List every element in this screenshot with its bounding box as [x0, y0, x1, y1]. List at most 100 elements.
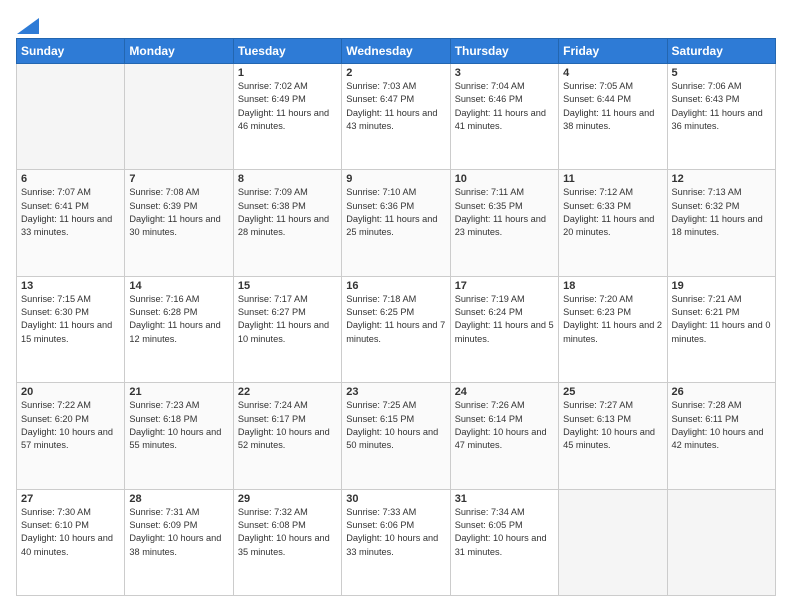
calendar-cell: 6Sunrise: 7:07 AMSunset: 6:41 PMDaylight…: [17, 170, 125, 276]
sunset-text: Sunset: 6:28 PM: [129, 306, 228, 319]
day-info: Sunrise: 7:15 AMSunset: 6:30 PMDaylight:…: [21, 293, 120, 346]
calendar-cell: 4Sunrise: 7:05 AMSunset: 6:44 PMDaylight…: [559, 64, 667, 170]
calendar-cell: 12Sunrise: 7:13 AMSunset: 6:32 PMDayligh…: [667, 170, 775, 276]
daylight-text: Daylight: 11 hours and 38 minutes.: [563, 107, 662, 134]
day-number: 21: [129, 386, 228, 398]
sunset-text: Sunset: 6:46 PM: [455, 93, 554, 106]
sunset-text: Sunset: 6:06 PM: [346, 519, 445, 532]
sunrise-text: Sunrise: 7:02 AM: [238, 80, 337, 93]
daylight-text: Daylight: 11 hours and 33 minutes.: [21, 213, 120, 240]
daylight-text: Daylight: 11 hours and 36 minutes.: [672, 107, 771, 134]
calendar-cell: 15Sunrise: 7:17 AMSunset: 6:27 PMDayligh…: [233, 276, 341, 382]
calendar-cell: 24Sunrise: 7:26 AMSunset: 6:14 PMDayligh…: [450, 383, 558, 489]
day-number: 30: [346, 493, 445, 505]
day-info: Sunrise: 7:26 AMSunset: 6:14 PMDaylight:…: [455, 399, 554, 452]
calendar-cell: 28Sunrise: 7:31 AMSunset: 6:09 PMDayligh…: [125, 489, 233, 595]
sunrise-text: Sunrise: 7:21 AM: [672, 293, 771, 306]
day-info: Sunrise: 7:27 AMSunset: 6:13 PMDaylight:…: [563, 399, 662, 452]
sunrise-text: Sunrise: 7:04 AM: [455, 80, 554, 93]
daylight-text: Daylight: 10 hours and 50 minutes.: [346, 426, 445, 453]
calendar-table: SundayMondayTuesdayWednesdayThursdayFrid…: [16, 38, 776, 596]
calendar-cell: 2Sunrise: 7:03 AMSunset: 6:47 PMDaylight…: [342, 64, 450, 170]
sunrise-text: Sunrise: 7:13 AM: [672, 186, 771, 199]
sunrise-text: Sunrise: 7:34 AM: [455, 506, 554, 519]
day-number: 22: [238, 386, 337, 398]
sunset-text: Sunset: 6:32 PM: [672, 200, 771, 213]
sunrise-text: Sunrise: 7:12 AM: [563, 186, 662, 199]
calendar-cell: 26Sunrise: 7:28 AMSunset: 6:11 PMDayligh…: [667, 383, 775, 489]
sunrise-text: Sunrise: 7:28 AM: [672, 399, 771, 412]
calendar-week-row: 27Sunrise: 7:30 AMSunset: 6:10 PMDayligh…: [17, 489, 776, 595]
calendar-cell: 9Sunrise: 7:10 AMSunset: 6:36 PMDaylight…: [342, 170, 450, 276]
sunset-text: Sunset: 6:18 PM: [129, 413, 228, 426]
sunrise-text: Sunrise: 7:05 AM: [563, 80, 662, 93]
sunrise-text: Sunrise: 7:09 AM: [238, 186, 337, 199]
daylight-text: Daylight: 10 hours and 45 minutes.: [563, 426, 662, 453]
day-info: Sunrise: 7:28 AMSunset: 6:11 PMDaylight:…: [672, 399, 771, 452]
day-number: 12: [672, 173, 771, 185]
day-number: 23: [346, 386, 445, 398]
daylight-text: Daylight: 10 hours and 52 minutes.: [238, 426, 337, 453]
day-number: 4: [563, 67, 662, 79]
day-number: 1: [238, 67, 337, 79]
daylight-text: Daylight: 11 hours and 28 minutes.: [238, 213, 337, 240]
daylight-text: Daylight: 10 hours and 42 minutes.: [672, 426, 771, 453]
daylight-text: Daylight: 10 hours and 40 minutes.: [21, 532, 120, 559]
sunrise-text: Sunrise: 7:08 AM: [129, 186, 228, 199]
day-number: 28: [129, 493, 228, 505]
calendar-cell: [559, 489, 667, 595]
calendar-cell: 29Sunrise: 7:32 AMSunset: 6:08 PMDayligh…: [233, 489, 341, 595]
daylight-text: Daylight: 11 hours and 7 minutes.: [346, 319, 445, 346]
day-number: 26: [672, 386, 771, 398]
calendar-week-row: 1Sunrise: 7:02 AMSunset: 6:49 PM Daylight…: [17, 64, 776, 170]
calendar-cell: 27Sunrise: 7:30 AMSunset: 6:10 PMDayligh…: [17, 489, 125, 595]
calendar-header-friday: Friday: [559, 39, 667, 64]
day-number: 5: [672, 67, 771, 79]
sunrise-text: Sunrise: 7:19 AM: [455, 293, 554, 306]
daylight-text: Daylight: 11 hours and 15 minutes.: [21, 319, 120, 346]
sunset-text: Sunset: 6:11 PM: [672, 413, 771, 426]
day-number: 7: [129, 173, 228, 185]
sunrise-text: Sunrise: 7:10 AM: [346, 186, 445, 199]
calendar-cell: [17, 64, 125, 170]
day-info: Sunrise: 7:12 AMSunset: 6:33 PMDaylight:…: [563, 186, 662, 239]
day-number: 6: [21, 173, 120, 185]
day-info: Sunrise: 7:32 AMSunset: 6:08 PMDaylight:…: [238, 506, 337, 559]
sunrise-text: Sunrise: 7:06 AM: [672, 80, 771, 93]
day-info: Sunrise: 7:19 AMSunset: 6:24 PMDaylight:…: [455, 293, 554, 346]
daylight-text: Daylight: 11 hours and 30 minutes.: [129, 213, 228, 240]
sunset-text: Sunset: 6:05 PM: [455, 519, 554, 532]
sunset-text: Sunset: 6:49 PM: [238, 93, 337, 106]
calendar-cell: 23Sunrise: 7:25 AMSunset: 6:15 PMDayligh…: [342, 383, 450, 489]
day-number: 16: [346, 280, 445, 292]
day-info: Sunrise: 7:10 AMSunset: 6:36 PMDaylight:…: [346, 186, 445, 239]
sunset-text: Sunset: 6:20 PM: [21, 413, 120, 426]
daylight-text: Daylight: 11 hours and 23 minutes.: [455, 213, 554, 240]
day-number: 24: [455, 386, 554, 398]
daylight-text: Daylight: 10 hours and 35 minutes.: [238, 532, 337, 559]
calendar-cell: 31Sunrise: 7:34 AMSunset: 6:05 PMDayligh…: [450, 489, 558, 595]
sunset-text: Sunset: 6:43 PM: [672, 93, 771, 106]
day-number: 31: [455, 493, 554, 505]
day-number: 17: [455, 280, 554, 292]
day-info: Sunrise: 7:23 AMSunset: 6:18 PMDaylight:…: [129, 399, 228, 452]
day-info: Sunrise: 7:22 AMSunset: 6:20 PMDaylight:…: [21, 399, 120, 452]
sunset-text: Sunset: 6:41 PM: [21, 200, 120, 213]
header: [16, 16, 776, 30]
day-info: Sunrise: 7:11 AMSunset: 6:35 PMDaylight:…: [455, 186, 554, 239]
calendar-cell: 11Sunrise: 7:12 AMSunset: 6:33 PMDayligh…: [559, 170, 667, 276]
daylight-text: Daylight: 10 hours and 31 minutes.: [455, 532, 554, 559]
sunset-text: Sunset: 6:35 PM: [455, 200, 554, 213]
page: SundayMondayTuesdayWednesdayThursdayFrid…: [0, 0, 792, 612]
calendar-cell: 5Sunrise: 7:06 AMSunset: 6:43 PMDaylight…: [667, 64, 775, 170]
day-info: Sunrise: 7:04 AMSunset: 6:46 PMDaylight:…: [455, 80, 554, 133]
calendar-header-wednesday: Wednesday: [342, 39, 450, 64]
calendar-cell: 14Sunrise: 7:16 AMSunset: 6:28 PMDayligh…: [125, 276, 233, 382]
sunrise-text: Sunrise: 7:32 AM: [238, 506, 337, 519]
sunrise-text: Sunrise: 7:31 AM: [129, 506, 228, 519]
day-number: 3: [455, 67, 554, 79]
sunset-text: Sunset: 6:38 PM: [238, 200, 337, 213]
daylight-text: Daylight: 10 hours and 38 minutes.: [129, 532, 228, 559]
sunrise-text: Sunrise: 7:26 AM: [455, 399, 554, 412]
sunrise-text: Sunrise: 7:20 AM: [563, 293, 662, 306]
